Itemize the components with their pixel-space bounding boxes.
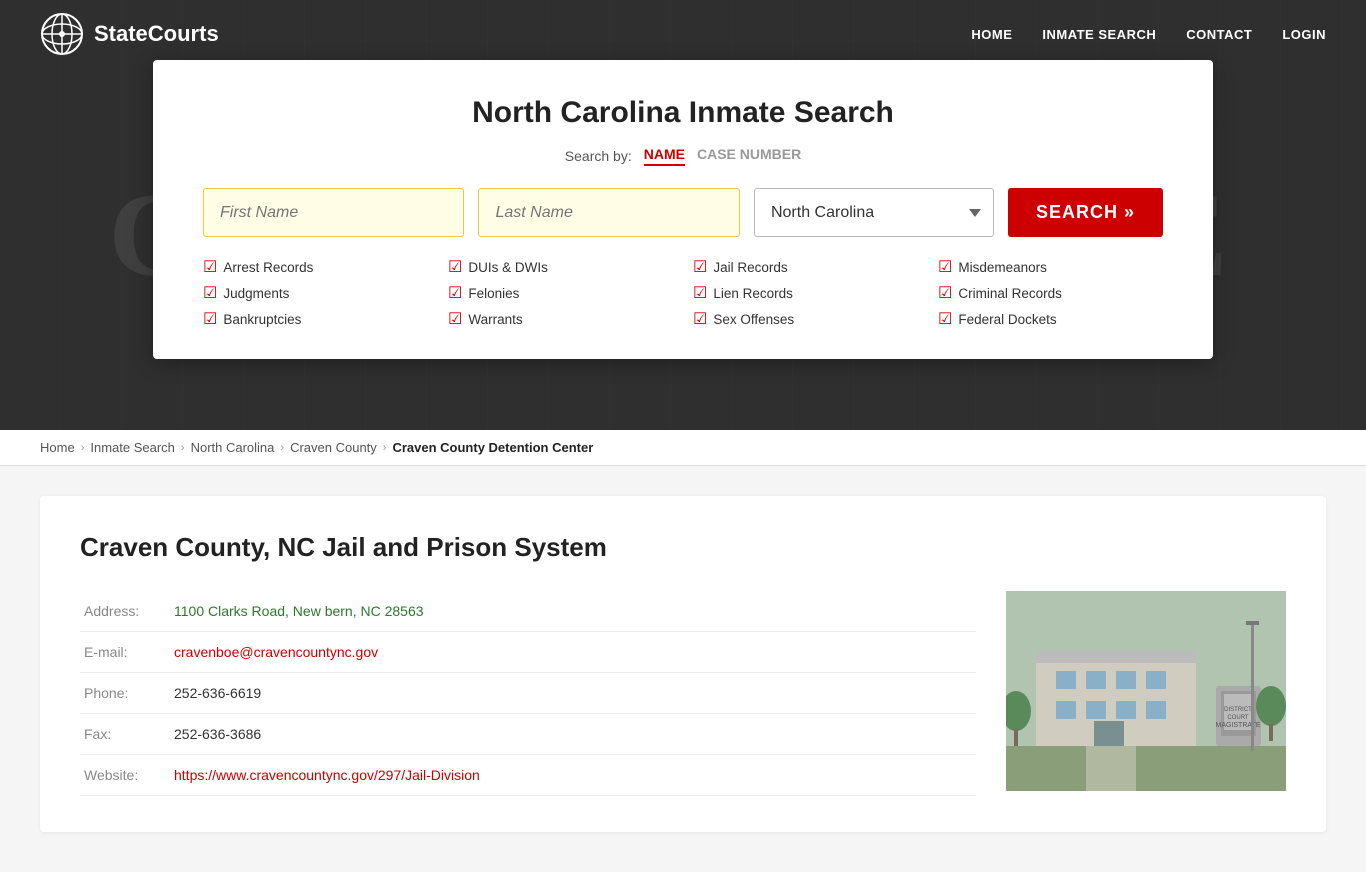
content-card: Craven County, NC Jail and Prison System…	[40, 496, 1326, 832]
breadcrumb-sep-4: ›	[383, 442, 387, 454]
check-icon: ☑	[448, 309, 462, 329]
breadcrumb-sep-3: ›	[280, 442, 284, 454]
phone-label: Phone:	[80, 673, 170, 714]
website-row: Website: https://www.cravencountync.gov/…	[80, 755, 976, 796]
address-value: 1100 Clarks Road, New bern, NC 28563	[170, 591, 976, 632]
checks-grid: ☑ Arrest Records ☑ DUIs & DWIs ☑ Jail Re…	[203, 257, 1163, 329]
facility-image-container: DISTRICT COURT MAGISTRATE	[1006, 591, 1286, 796]
check-label: Bankruptcies	[223, 312, 301, 327]
breadcrumb-inmate-search[interactable]: Inmate Search	[90, 440, 175, 455]
nav-links: HOME INMATE SEARCH CONTACT LOGIN	[971, 27, 1326, 42]
site-name: StateCourts	[94, 21, 219, 47]
check-bankruptcies: ☑ Bankruptcies	[203, 309, 428, 329]
fax-label: Fax:	[80, 714, 170, 755]
check-label: Judgments	[223, 286, 289, 301]
check-label: Federal Dockets	[958, 312, 1056, 327]
svg-text:DISTRICT: DISTRICT	[1224, 707, 1252, 713]
check-criminal-records: ☑ Criminal Records	[938, 283, 1163, 303]
check-label: Criminal Records	[958, 286, 1062, 301]
address-label: Address:	[80, 591, 170, 632]
check-label: Felonies	[468, 286, 519, 301]
phone-row: Phone: 252-636-6619	[80, 673, 976, 714]
tab-case-number[interactable]: CASE NUMBER	[697, 146, 801, 166]
search-by-row: Search by: NAME CASE NUMBER	[203, 146, 1163, 166]
search-inputs-row: North Carolina SEARCH »	[203, 188, 1163, 237]
first-name-input[interactable]	[203, 188, 464, 237]
breadcrumb-county[interactable]: Craven County	[290, 440, 377, 455]
facility-title: Craven County, NC Jail and Prison System	[80, 532, 1286, 563]
hero-section: COURTHOUSE StateCourts HOME INMATE SEARC…	[0, 0, 1366, 430]
breadcrumb-nc[interactable]: North Carolina	[191, 440, 275, 455]
tab-name[interactable]: NAME	[644, 146, 685, 166]
nav-login[interactable]: LOGIN	[1282, 27, 1326, 42]
address-row: Address: 1100 Clarks Road, New bern, NC …	[80, 591, 976, 632]
check-federal-dockets: ☑ Federal Dockets	[938, 309, 1163, 329]
fax-row: Fax: 252-636-3686	[80, 714, 976, 755]
breadcrumb-home[interactable]: Home	[40, 440, 75, 455]
svg-text:MAGISTRATE: MAGISTRATE	[1216, 722, 1261, 729]
svg-text:COURT: COURT	[1227, 715, 1249, 721]
check-icon: ☑	[203, 309, 217, 329]
check-label: DUIs & DWIs	[468, 260, 548, 275]
check-icon: ☑	[938, 283, 952, 303]
breadcrumb-sep-2: ›	[181, 442, 185, 454]
check-label: Warrants	[468, 312, 522, 327]
website-value: https://www.cravencountync.gov/297/Jail-…	[170, 755, 976, 796]
check-lien-records: ☑ Lien Records	[693, 283, 918, 303]
state-select[interactable]: North Carolina	[754, 188, 994, 237]
check-label: Misdemeanors	[958, 260, 1047, 275]
nav-home[interactable]: HOME	[971, 27, 1012, 42]
check-judgments: ☑ Judgments	[203, 283, 428, 303]
check-jail-records: ☑ Jail Records	[693, 257, 918, 277]
check-icon: ☑	[448, 283, 462, 303]
check-misdemeanors: ☑ Misdemeanors	[938, 257, 1163, 277]
check-warrants: ☑ Warrants	[448, 309, 673, 329]
nav-inmate-search[interactable]: INMATE SEARCH	[1042, 27, 1156, 42]
email-link[interactable]: cravenboe@cravencountync.gov	[174, 644, 378, 660]
email-row: E-mail: cravenboe@cravencountync.gov	[80, 632, 976, 673]
check-label: Arrest Records	[223, 260, 313, 275]
last-name-input[interactable]	[478, 188, 739, 237]
email-value: cravenboe@cravencountync.gov	[170, 632, 976, 673]
logo-link[interactable]: StateCourts	[40, 12, 219, 56]
check-icon: ☑	[693, 309, 707, 329]
check-icon: ☑	[203, 257, 217, 277]
phone-value: 252-636-6619	[170, 673, 976, 714]
info-table: Address: 1100 Clarks Road, New bern, NC …	[80, 591, 976, 796]
check-label: Sex Offenses	[713, 312, 794, 327]
check-icon: ☑	[448, 257, 462, 277]
fax-value: 252-636-3686	[170, 714, 976, 755]
main-content: Craven County, NC Jail and Prison System…	[0, 466, 1366, 872]
check-duis-dwis: ☑ DUIs & DWIs	[448, 257, 673, 277]
logo-icon	[40, 12, 84, 56]
search-button[interactable]: SEARCH »	[1008, 188, 1163, 237]
breadcrumb-current: Craven County Detention Center	[392, 440, 593, 455]
search-by-label: Search by:	[565, 148, 632, 164]
check-icon: ☑	[203, 283, 217, 303]
search-card: North Carolina Inmate Search Search by: …	[153, 60, 1213, 359]
check-icon: ☑	[938, 309, 952, 329]
check-icon: ☑	[693, 257, 707, 277]
facility-image: DISTRICT COURT MAGISTRATE	[1006, 591, 1286, 791]
facility-info: Address: 1100 Clarks Road, New bern, NC …	[80, 591, 976, 796]
email-label: E-mail:	[80, 632, 170, 673]
check-felonies: ☑ Felonies	[448, 283, 673, 303]
top-navigation: StateCourts HOME INMATE SEARCH CONTACT L…	[0, 0, 1366, 68]
content-layout: Address: 1100 Clarks Road, New bern, NC …	[80, 591, 1286, 796]
check-arrest-records: ☑ Arrest Records	[203, 257, 428, 277]
nav-contact[interactable]: CONTACT	[1186, 27, 1252, 42]
check-sex-offenses: ☑ Sex Offenses	[693, 309, 918, 329]
check-icon: ☑	[693, 283, 707, 303]
website-link[interactable]: https://www.cravencountync.gov/297/Jail-…	[174, 767, 480, 783]
check-label: Jail Records	[713, 260, 787, 275]
website-label: Website:	[80, 755, 170, 796]
search-title: North Carolina Inmate Search	[203, 96, 1163, 130]
check-label: Lien Records	[713, 286, 793, 301]
check-icon: ☑	[938, 257, 952, 277]
breadcrumb-sep-1: ›	[81, 442, 85, 454]
breadcrumb: Home › Inmate Search › North Carolina › …	[0, 430, 1366, 466]
